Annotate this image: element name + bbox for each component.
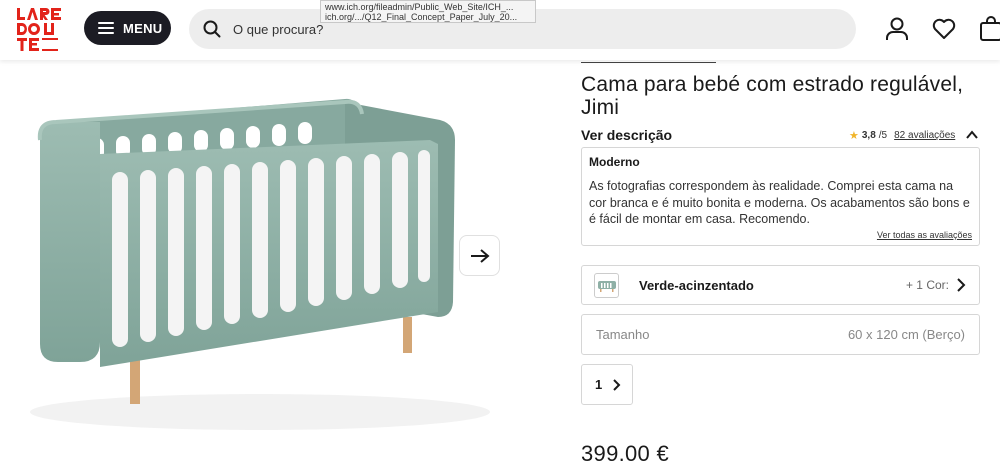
- link-tooltip: www.ich.org/fileadmin/Public_Web_Site/IC…: [320, 0, 536, 23]
- search-input[interactable]: [233, 21, 793, 37]
- title-divider: [581, 62, 716, 63]
- see-all-reviews-link[interactable]: Ver todas as avaliações: [877, 230, 972, 240]
- image-next-button[interactable]: [459, 235, 500, 276]
- crib-thumbnail-icon: [597, 281, 616, 292]
- product-price: 399.00 €: [581, 441, 670, 466]
- more-colors: + 1 Cor:: [905, 278, 949, 292]
- tooltip-line-1: www.ich.org/fileadmin/Public_Web_Site/IC…: [325, 2, 514, 12]
- color-swatch: [594, 272, 619, 298]
- description-link[interactable]: Ver descrição: [581, 127, 672, 143]
- color-selector[interactable]: Verde-acinzentado + 1 Cor:: [581, 265, 980, 305]
- arrow-right-icon: [470, 248, 490, 263]
- hamburger-icon: [98, 22, 114, 34]
- review-title: Moderno: [589, 155, 640, 169]
- quantity-value: 1: [595, 377, 603, 392]
- rating-out-of: /5: [878, 130, 888, 141]
- chevron-up-icon[interactable]: [965, 128, 979, 142]
- reviews-count-link[interactable]: 82 avaliações: [894, 130, 955, 141]
- chevron-right-icon: [613, 378, 621, 391]
- product-title: Cama para bebé com estrado regulável, Ji…: [581, 73, 964, 119]
- size-value: 60 x 120 cm (Berço): [847, 327, 965, 342]
- account-icon[interactable]: [884, 16, 910, 42]
- chevron-right-icon: [957, 278, 966, 292]
- menu-label: MENU: [123, 20, 163, 36]
- menu-button[interactable]: MENU: [84, 11, 171, 45]
- review-text: As fotografias correspondem às realidade…: [589, 179, 970, 226]
- heart-icon[interactable]: [931, 16, 957, 42]
- la-redoute-logo[interactable]: [14, 6, 66, 54]
- product-page: MENU www.ich.org/fileadmin/Public_Web_Si…: [0, 0, 1000, 468]
- size-label: Tamanho: [596, 327, 650, 342]
- color-name: Verde-acinzentado: [639, 277, 754, 293]
- rating-summary: ★ 3,8 /5 82 avaliações: [849, 129, 955, 142]
- size-selector[interactable]: Tamanho 60 x 120 cm (Berço): [581, 314, 980, 355]
- bag-icon[interactable]: [978, 16, 1000, 42]
- rating-score: 3,8: [861, 130, 876, 141]
- quantity-selector[interactable]: 1: [581, 364, 633, 405]
- tooltip-line-2: ich.org/.../Q12_Final_Concept_Paper_July…: [325, 12, 518, 22]
- search-icon[interactable]: [203, 20, 221, 38]
- star-icon: ★: [849, 130, 859, 142]
- review-card: Moderno As fotografias correspondem às r…: [581, 147, 980, 246]
